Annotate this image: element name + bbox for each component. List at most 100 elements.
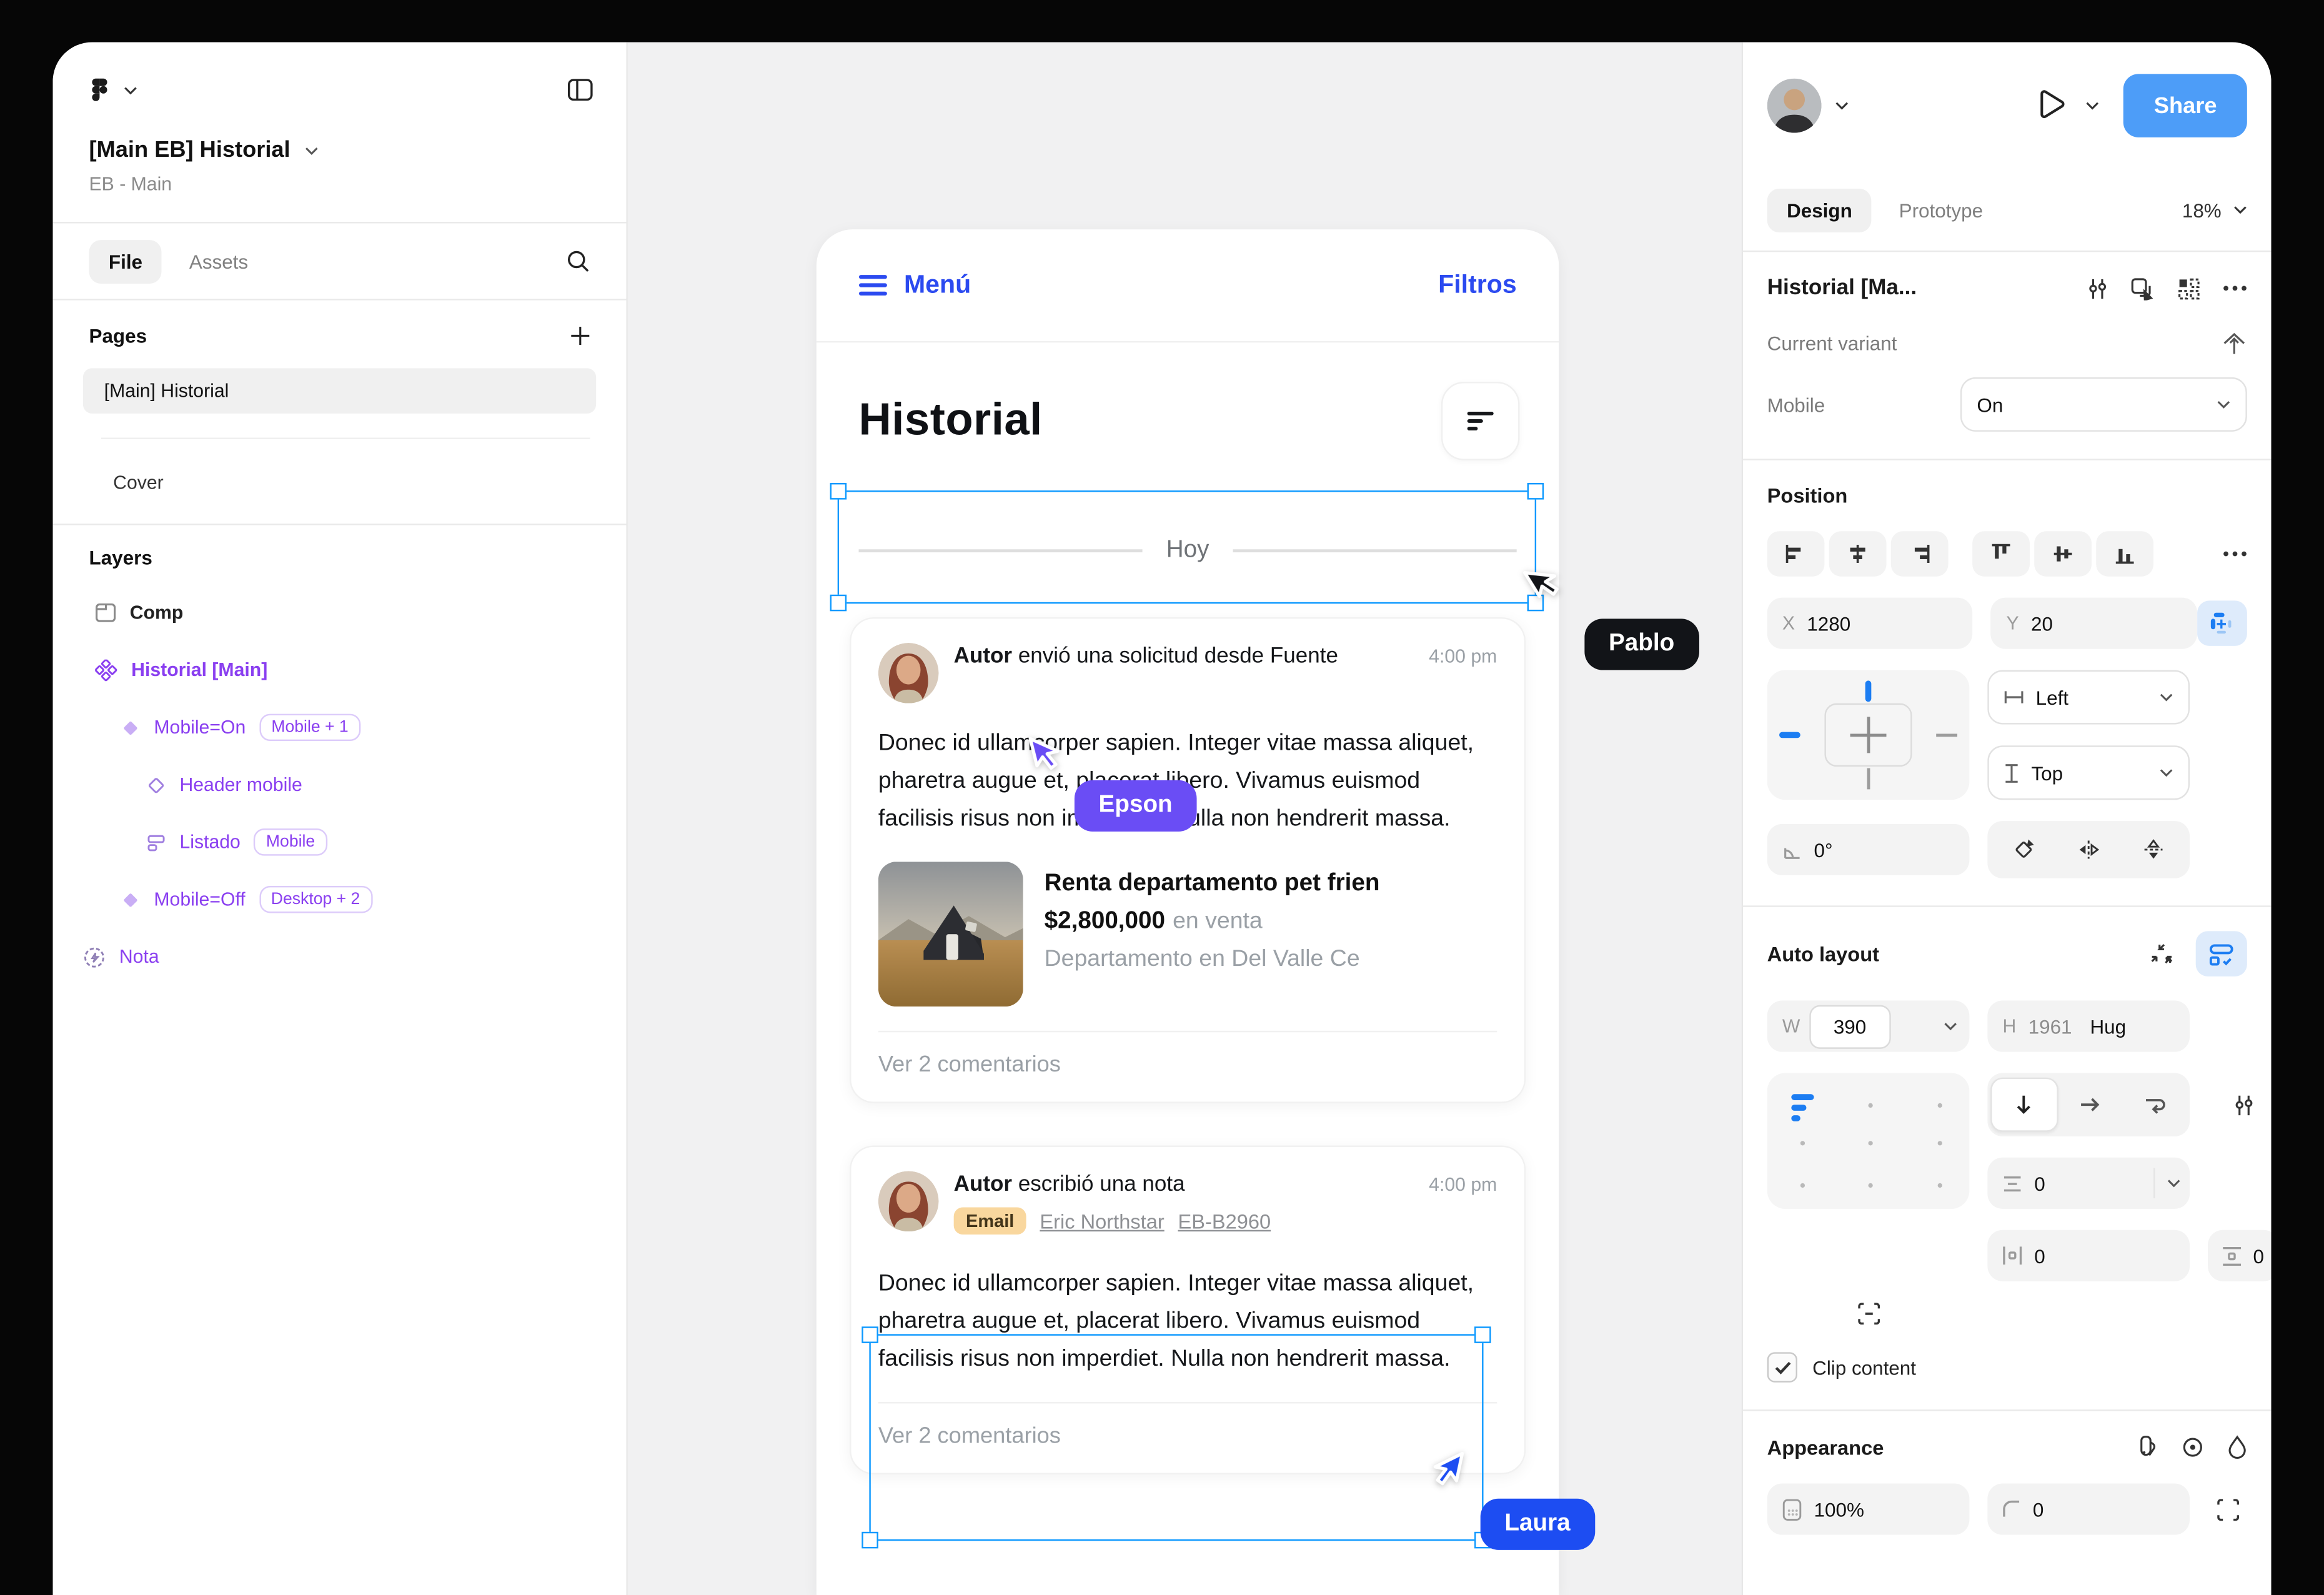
variant-value-dropdown[interactable]: On bbox=[1960, 377, 2247, 432]
rotation-input[interactable]: 0° bbox=[1767, 824, 1970, 875]
more-icon[interactable] bbox=[2223, 286, 2247, 292]
variant-prop-label: Mobile bbox=[1767, 393, 1825, 415]
figma-app: [Main EB] Historial EB - Main File Asset… bbox=[0, 0, 2324, 1595]
file-breadcrumb: EB - Main bbox=[89, 174, 593, 195]
card2-time: 4:00 pm bbox=[1429, 1171, 1497, 1235]
layout-direction-group bbox=[1987, 1073, 2190, 1136]
direction-right-icon[interactable] bbox=[2058, 1079, 2122, 1130]
component-set-icon bbox=[95, 658, 117, 681]
x-position-input[interactable]: X 1280 bbox=[1767, 598, 1974, 649]
appearance-header: Appearance bbox=[1767, 1436, 1884, 1458]
search-icon[interactable] bbox=[566, 249, 590, 274]
layer-row-mobile-on[interactable]: Mobile=On Mobile + 1 bbox=[121, 698, 596, 756]
align-right-icon[interactable] bbox=[1891, 531, 1949, 576]
align-center-horizontal-icon[interactable] bbox=[1829, 531, 1887, 576]
component-grid-icon[interactable] bbox=[2178, 277, 2200, 299]
today-label: Hoy bbox=[1166, 537, 1209, 564]
styles-swatch-icon[interactable] bbox=[2134, 1435, 2158, 1459]
clip-content-checkbox[interactable] bbox=[1767, 1352, 1797, 1382]
add-page-icon[interactable] bbox=[570, 326, 590, 345]
vertical-padding-input[interactable]: 0 bbox=[2208, 1230, 2271, 1281]
filters-link: Filtros bbox=[1438, 270, 1516, 300]
horizontal-constraint-dropdown[interactable]: Left bbox=[1987, 670, 2190, 725]
card2-comments-link[interactable]: Ver 2 comentarios bbox=[878, 1423, 1497, 1449]
figma-logo-icon[interactable] bbox=[89, 79, 111, 101]
align-top-icon[interactable] bbox=[1972, 531, 2030, 576]
tab-prototype[interactable]: Prototype bbox=[1899, 199, 1983, 221]
corner-radius-input[interactable]: 0 bbox=[1987, 1484, 2190, 1535]
zoom-level[interactable]: 18% bbox=[2182, 199, 2222, 221]
constraints-toggle-icon[interactable] bbox=[2197, 600, 2247, 645]
present-play-icon[interactable] bbox=[2036, 89, 2066, 122]
sort-button bbox=[1441, 382, 1520, 460]
blend-droplet-icon[interactable] bbox=[2227, 1435, 2247, 1459]
height-input[interactable]: H 1961 Hug bbox=[1987, 1001, 2190, 1052]
constraints-widget[interactable] bbox=[1767, 670, 1970, 800]
rotate-icon[interactable] bbox=[1990, 824, 2056, 875]
contact-link[interactable]: Eric Northstar bbox=[1040, 1210, 1164, 1232]
auto-layout-active-icon[interactable] bbox=[2196, 931, 2247, 976]
y-position-input[interactable]: Y 20 bbox=[1991, 598, 2197, 649]
card1-time: 4:00 pm bbox=[1429, 643, 1497, 703]
independent-padding-icon[interactable] bbox=[1857, 1303, 1879, 1325]
layer-row-comp[interactable]: Comp bbox=[95, 584, 596, 642]
chevron-down-icon[interactable] bbox=[124, 85, 137, 94]
opacity-input[interactable]: 100% bbox=[1767, 1484, 1970, 1535]
align-left-icon[interactable] bbox=[1767, 531, 1825, 576]
vertical-constraint-dropdown[interactable]: Top bbox=[1987, 745, 2190, 800]
instance-diamond-icon bbox=[146, 775, 166, 794]
mobile-frame: Menú Filtros Historial Hoy bbox=[817, 229, 1559, 1595]
list-instance-icon bbox=[146, 832, 166, 852]
today-divider: Hoy bbox=[817, 497, 1559, 605]
listing[interactable]: Renta departamento pet frien $2,800,000e… bbox=[878, 862, 1497, 1006]
publish-icon[interactable] bbox=[2222, 330, 2247, 356]
alignment-grid[interactable] bbox=[1767, 1073, 1970, 1208]
user-avatar[interactable] bbox=[1767, 79, 1822, 133]
spacing-sliders-icon[interactable] bbox=[2233, 1093, 2254, 1116]
screen-title: Historial bbox=[858, 395, 1042, 447]
reference-link[interactable]: EB-B2960 bbox=[1178, 1210, 1271, 1232]
more-icon[interactable] bbox=[2223, 551, 2247, 557]
direction-down-icon[interactable] bbox=[1990, 1078, 2058, 1132]
flip-vertical-icon[interactable] bbox=[2122, 824, 2187, 875]
avatar bbox=[878, 643, 939, 703]
horizontal-padding-input[interactable]: 0 bbox=[1987, 1230, 2190, 1281]
layer-row-mobile-off[interactable]: Mobile=Off Desktop + 2 bbox=[121, 871, 596, 928]
layer-row-historial-main[interactable]: Historial [Main] bbox=[95, 642, 596, 699]
page-item-main-historial[interactable]: [Main] Historial bbox=[83, 368, 596, 413]
chevron-down-icon[interactable] bbox=[1835, 101, 1849, 110]
chevron-down-icon[interactable] bbox=[305, 146, 319, 154]
canvas[interactable]: Menú Filtros Historial Hoy bbox=[628, 42, 1742, 1595]
variant-diamond-icon bbox=[121, 718, 140, 737]
tab-file[interactable]: File bbox=[89, 239, 162, 283]
chevron-down-icon[interactable] bbox=[2086, 101, 2100, 110]
layers-header: Layers bbox=[83, 546, 596, 569]
align-bottom-icon[interactable] bbox=[2096, 531, 2153, 576]
align-middle-vertical-icon[interactable] bbox=[2034, 531, 2092, 576]
expand-icon[interactable] bbox=[2216, 1498, 2238, 1520]
eye-icon[interactable] bbox=[2181, 1435, 2205, 1459]
share-button[interactable]: Share bbox=[2123, 74, 2247, 137]
width-input[interactable]: W 390 bbox=[1767, 1001, 1970, 1052]
layer-row-nota[interactable]: Nota bbox=[83, 928, 596, 986]
swap-instance-icon[interactable] bbox=[2131, 277, 2155, 299]
variant-badge: Mobile + 1 bbox=[259, 714, 360, 741]
divider bbox=[878, 1031, 1497, 1032]
flip-horizontal-icon[interactable] bbox=[2056, 824, 2122, 875]
shrink-icon[interactable] bbox=[2150, 943, 2173, 965]
chevron-down-icon[interactable] bbox=[2233, 206, 2247, 214]
divider bbox=[878, 1402, 1497, 1403]
app-window: [Main EB] Historial EB - Main File Asset… bbox=[53, 42, 2272, 1595]
layer-row-listado[interactable]: Listado Mobile bbox=[146, 813, 596, 871]
email-badge: Email bbox=[954, 1207, 1026, 1234]
adjust-sliders-icon[interactable] bbox=[2087, 277, 2108, 299]
selection-title: Historial [Ma... bbox=[1767, 276, 1917, 301]
layer-row-header-mobile[interactable]: Header mobile bbox=[146, 756, 596, 813]
gap-input[interactable]: 0 bbox=[1987, 1158, 2190, 1209]
page-item-cover[interactable]: Cover bbox=[53, 439, 627, 524]
wrap-icon[interactable] bbox=[2122, 1079, 2187, 1130]
tab-design[interactable]: Design bbox=[1767, 188, 1872, 232]
sidebar-toggle-icon[interactable] bbox=[567, 79, 593, 101]
card1-comments-link[interactable]: Ver 2 comentarios bbox=[878, 1052, 1497, 1078]
tab-assets[interactable]: Assets bbox=[189, 250, 248, 272]
